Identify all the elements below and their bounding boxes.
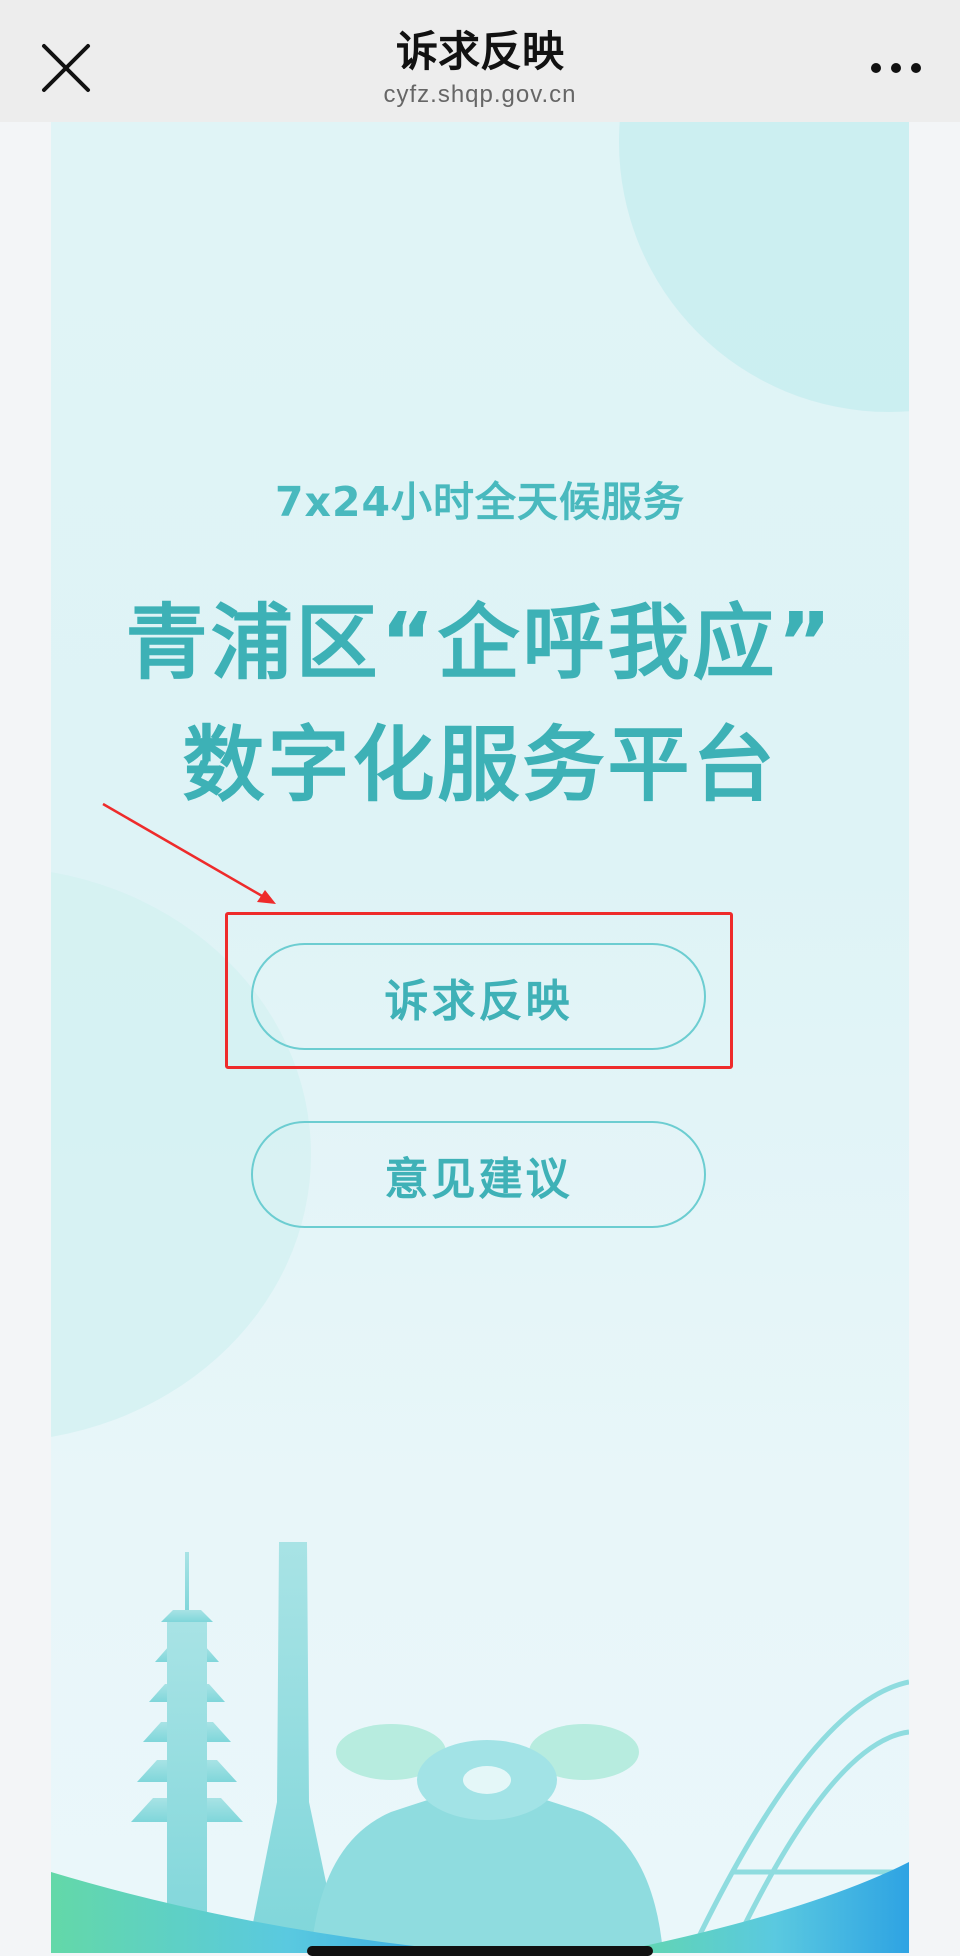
annotation-arrow-icon bbox=[102, 802, 276, 904]
more-dots-icon bbox=[871, 63, 921, 73]
city-skyline-illustration bbox=[51, 1542, 909, 1953]
annotation-highlight-box bbox=[225, 912, 733, 1069]
service-subtitle: 7x24小时全天候服务 bbox=[274, 478, 686, 526]
page-title: 诉求反映 bbox=[395, 27, 564, 76]
decor-circle bbox=[619, 122, 909, 412]
home-indicator bbox=[307, 1946, 653, 1956]
close-icon bbox=[42, 44, 90, 92]
wechat-nav-bar: 诉求反映 cyfz.shqp.gov.cn bbox=[0, 0, 960, 122]
platform-title-line1: 青浦区“企呼我应” bbox=[125, 596, 835, 691]
close-button[interactable] bbox=[38, 40, 94, 96]
suggestion-button[interactable]: 意见建议 bbox=[251, 1121, 706, 1228]
title-block: 诉求反映 cyfz.shqp.gov.cn bbox=[200, 26, 760, 110]
more-button[interactable] bbox=[866, 50, 926, 86]
platform-title-line2: 数字化服务平台 bbox=[182, 718, 778, 813]
page-panel: 7x24小时全天候服务 青浦区“企呼我应” 数字化服务平台 诉求反映 意见建议 bbox=[51, 122, 909, 1953]
page-url: cyfz.shqp.gov.cn bbox=[383, 81, 577, 108]
